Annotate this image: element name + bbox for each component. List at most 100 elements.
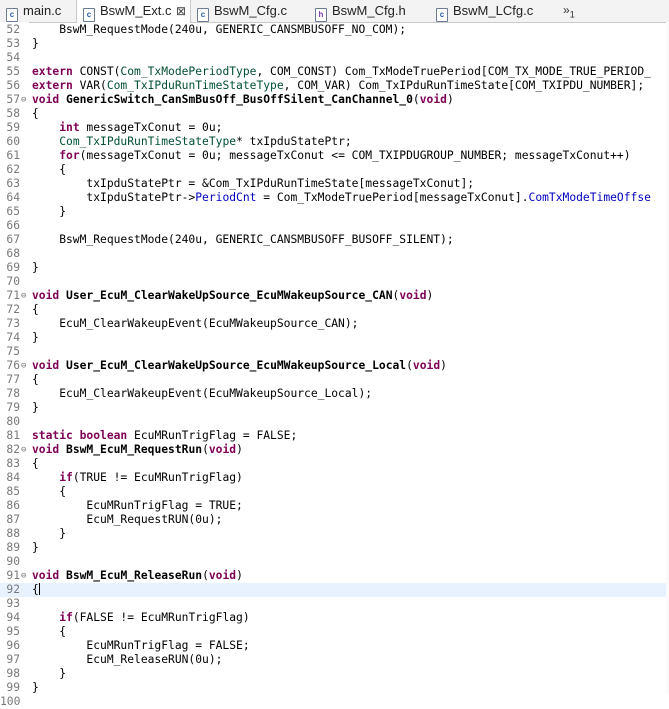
fold-toggle-icon[interactable]: ⊖	[21, 569, 29, 583]
close-tab-icon[interactable]: ⊠	[176, 0, 186, 22]
code-text: }	[32, 527, 67, 540]
line-number: 60	[6, 135, 20, 148]
code-text: BswM_RequestMode(240u, GENERIC_CANSMBUSO…	[32, 23, 407, 36]
line-number: 93	[6, 597, 20, 610]
code-line[interactable]: 70	[0, 275, 669, 289]
code-text: }	[32, 541, 39, 554]
tab-bswm-lcfg-c[interactable]: c BswM_LCfg.c	[430, 0, 558, 22]
code-line[interactable]: 63 txIpduStatePtr = &Com_TxIPduRunTimeSt…	[0, 177, 669, 191]
code-line[interactable]: 81 static boolean EcuMRunTrigFlag = FALSE…	[0, 429, 669, 443]
code-line[interactable]: 78 EcuM_ClearWakeupEvent(EcuMWakeupSourc…	[0, 387, 669, 401]
code-line[interactable]: 88 }	[0, 527, 669, 541]
code-text: }	[32, 205, 67, 218]
code-line[interactable]: 73 EcuM_ClearWakeupEvent(EcuMWakeupSourc…	[0, 317, 669, 331]
code-text: EcuMRunTrigFlag = TRUE;	[32, 499, 243, 512]
current-code-line[interactable]: 92 {	[0, 583, 669, 597]
code-line[interactable]: 64 txIpduStatePtr->PeriodCnt = Com_TxMod…	[0, 191, 669, 205]
tab-label: BswM_Cfg.h	[332, 3, 406, 18]
line-number: 62	[6, 163, 20, 176]
line-number: 94	[6, 611, 20, 624]
code-text: extern VAR(Com_TxIPduRunTimeStateType, C…	[32, 79, 645, 92]
line-number: 75	[6, 345, 20, 358]
line-number: 84	[6, 471, 20, 484]
code-text: }	[32, 331, 39, 344]
code-line[interactable]: 93	[0, 597, 669, 611]
line-number: 71	[6, 289, 20, 302]
code-line[interactable]: 97 EcuM_ReleaseRUN(0u);	[0, 653, 669, 667]
code-line[interactable]: 86 EcuMRunTrigFlag = TRUE;	[0, 499, 669, 513]
tab-bswm-ext-c[interactable]: c BswM_Ext.c ⊠	[76, 0, 191, 23]
code-text: void User_EcuM_ClearWakeUpSource_EcuMWak…	[32, 359, 447, 372]
line-number: 67	[6, 233, 20, 246]
code-line[interactable]: 61 for(messageTxConut = 0u; messageTxCon…	[0, 149, 669, 163]
code-line[interactable]: 91 ⊖ void BswM_EcuM_ReleaseRun(void)	[0, 569, 669, 583]
line-number: 90	[6, 555, 20, 568]
code-line[interactable]: 82 ⊖ void BswM_EcuM_RequestRun(void)	[0, 443, 669, 457]
code-line[interactable]: 57 ⊖ void GenericSwitch_CanSmBusOff_BusOff…	[0, 93, 669, 107]
line-number: 54	[6, 51, 20, 64]
code-line[interactable]: 85 {	[0, 485, 669, 499]
code-text: {	[32, 485, 67, 498]
tab-label: BswM_Cfg.c	[214, 3, 287, 18]
code-line[interactable]: 94 if(FALSE != EcuMRunTrigFlag)	[0, 611, 669, 625]
code-line[interactable]: 69}	[0, 261, 669, 275]
line-number: 97	[6, 653, 20, 666]
code-line[interactable]: 100	[0, 695, 669, 709]
code-line[interactable]: 75	[0, 345, 669, 359]
fold-toggle-icon[interactable]: ⊖	[21, 359, 29, 373]
code-text: }	[32, 37, 39, 50]
code-line[interactable]: 74}	[0, 331, 669, 345]
code-line[interactable]: 90	[0, 555, 669, 569]
code-line[interactable]: 71 ⊖ void User_EcuM_ClearWakeUpSource_EcuM…	[0, 289, 669, 303]
code-line[interactable]: 84 if(TRUE != EcuMRunTrigFlag)	[0, 471, 669, 485]
code-line[interactable]: 66	[0, 219, 669, 233]
code-line[interactable]: 98 }	[0, 667, 669, 681]
line-number: 64	[6, 191, 20, 204]
code-line[interactable]: 79}	[0, 401, 669, 415]
text-caret	[38, 583, 40, 595]
line-number: 89	[6, 541, 20, 554]
code-line[interactable]: 72 {	[0, 303, 669, 317]
code-editor[interactable]: 52 BswM_RequestMode(240u, GENERIC_CANSMB…	[0, 22, 669, 708]
line-number: 66	[6, 219, 20, 232]
code-text: {	[32, 583, 40, 596]
code-line[interactable]: 54	[0, 51, 669, 65]
code-line[interactable]: 77 {	[0, 373, 669, 387]
line-number: 83	[6, 457, 20, 470]
tab-bswm-cfg-c[interactable]: c BswM_Cfg.c	[191, 0, 309, 22]
code-line[interactable]: 62 {	[0, 163, 669, 177]
code-line[interactable]: 80	[0, 415, 669, 429]
code-line[interactable]: 58 {	[0, 107, 669, 121]
code-line[interactable]: 68	[0, 247, 669, 261]
line-number: 63	[6, 177, 20, 190]
code-text: EcuM_ReleaseRUN(0u);	[32, 653, 223, 666]
line-number: 72	[6, 303, 20, 316]
line-number: 92	[6, 583, 20, 596]
tab-overflow-button[interactable]: »1	[563, 0, 575, 22]
code-line[interactable]: 56 extern VAR(Com_TxIPduRunTimeStateType,…	[0, 79, 669, 93]
fold-toggle-icon[interactable]: ⊖	[21, 289, 29, 303]
line-number: 96	[6, 639, 20, 652]
tab-bswm-cfg-h[interactable]: h BswM_Cfg.h	[309, 0, 430, 22]
code-line[interactable]: 95 {	[0, 625, 669, 639]
code-text: EcuM_ClearWakeupEvent(EcuMWakeupSource_C…	[32, 317, 359, 330]
tab-label: BswM_LCfg.c	[453, 3, 534, 18]
fold-toggle-icon[interactable]: ⊖	[21, 93, 29, 107]
code-line[interactable]: 89}	[0, 541, 669, 555]
code-line[interactable]: 96 EcuMRunTrigFlag = FALSE;	[0, 639, 669, 653]
code-line[interactable]: 59 int messageTxConut = 0u;	[0, 121, 669, 135]
code-line[interactable]: 83 {	[0, 457, 669, 471]
code-text: }	[32, 667, 67, 680]
code-line[interactable]: 67 BswM_RequestMode(240u, GENERIC_CANSMB…	[0, 233, 669, 247]
code-line[interactable]: 60 Com_TxIPduRunTimeStateType* txIpduSta…	[0, 135, 669, 149]
code-line[interactable]: 76 ⊖ void User_EcuM_ClearWakeUpSource_EcuM…	[0, 359, 669, 373]
code-text: {	[32, 457, 39, 470]
code-line[interactable]: 52 BswM_RequestMode(240u, GENERIC_CANSMB…	[0, 23, 669, 37]
code-text: {	[32, 373, 39, 386]
tab-main-c[interactable]: c main.c	[0, 0, 76, 22]
code-line[interactable]: 65 }	[0, 205, 669, 219]
code-line[interactable]: 53}	[0, 37, 669, 51]
code-line[interactable]: 55 extern CONST(Com_TxModePeriodType, COM…	[0, 65, 669, 79]
code-line[interactable]: 87 EcuM_RequestRUN(0u);	[0, 513, 669, 527]
fold-toggle-icon[interactable]: ⊖	[21, 443, 29, 457]
